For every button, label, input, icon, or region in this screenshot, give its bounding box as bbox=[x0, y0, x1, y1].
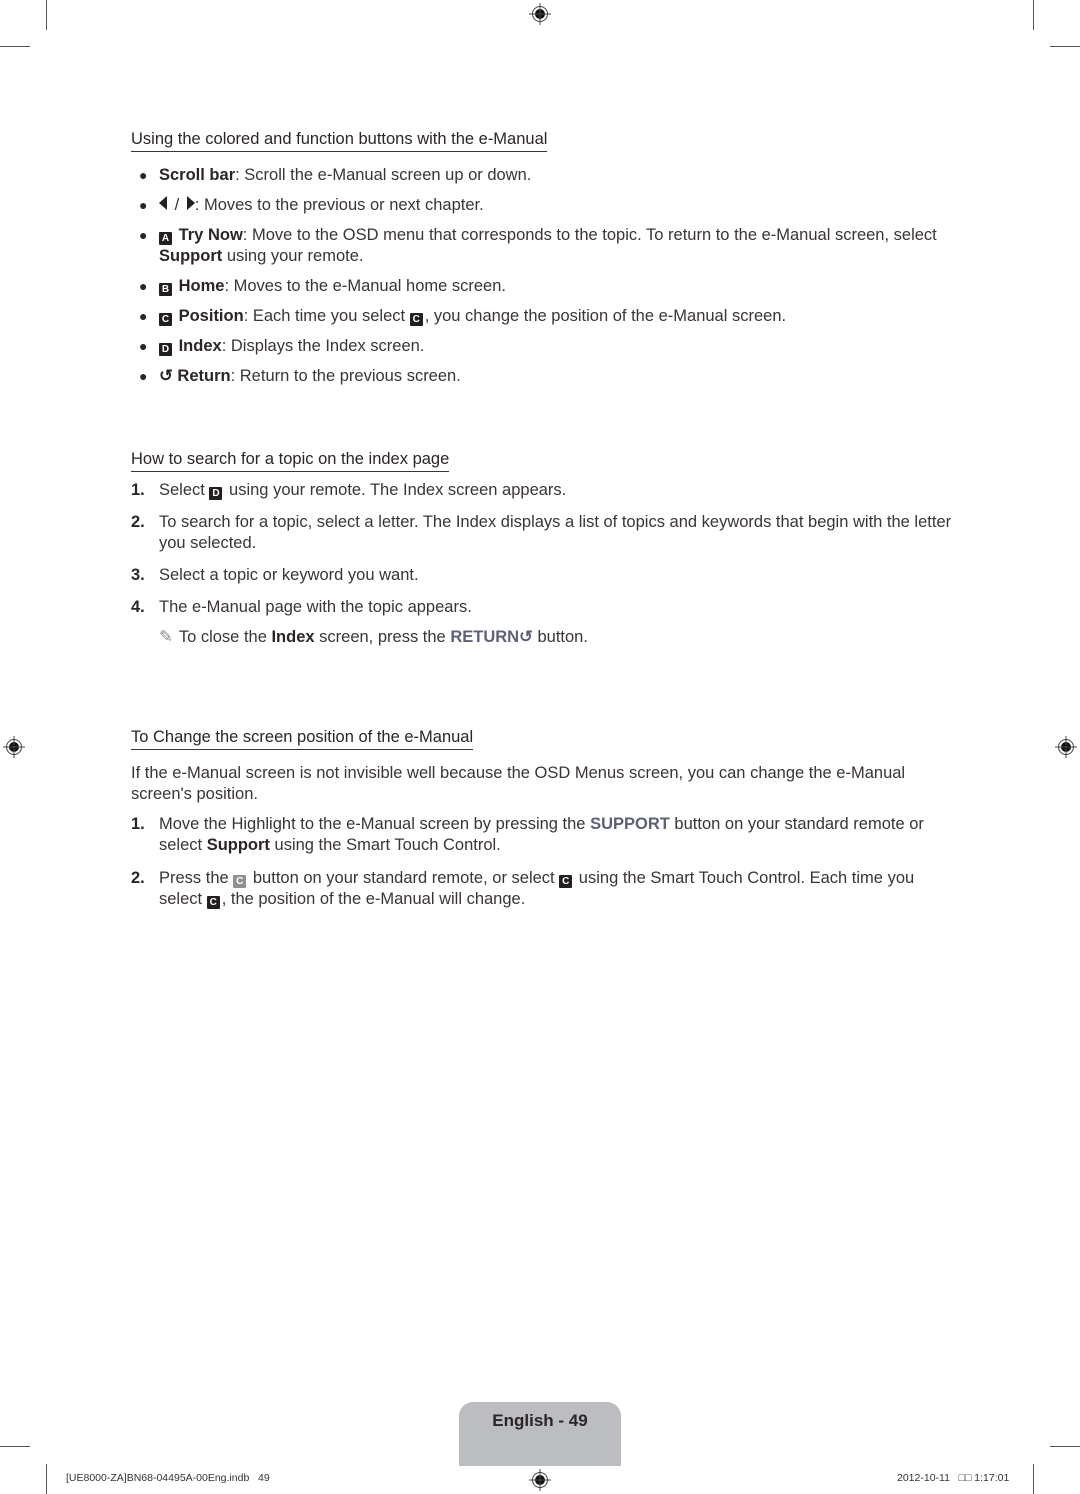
list-item: ● ↻ Return: Return to the previous scree… bbox=[139, 367, 461, 385]
key-c-icon: C bbox=[409, 313, 423, 326]
list-item: ● D Index: Displays the Index screen. bbox=[139, 337, 425, 356]
key-b-icon: B bbox=[159, 283, 172, 296]
registration-mark-icon bbox=[1055, 736, 1077, 758]
crop-mark-bottom-right-h bbox=[1050, 1446, 1080, 1447]
crop-mark-top-right-h bbox=[1050, 46, 1080, 47]
buttons-list: ● Scroll bar: Scroll the e-Manual screen… bbox=[131, 165, 961, 387]
return-icon: ↻ bbox=[519, 628, 533, 646]
position-steps: 1. Move the Highlight to the e-Manual sc… bbox=[131, 814, 961, 910]
list-item: 1. Move the Highlight to the e-Manual sc… bbox=[131, 815, 924, 854]
list-item: 2. Press the C button on your standard r… bbox=[131, 869, 915, 909]
list-item: 3. Select a topic or keyword you want. bbox=[131, 566, 419, 584]
key-d-icon: D bbox=[159, 343, 172, 356]
registration-mark-icon bbox=[529, 1469, 551, 1491]
key-c-gray-icon: C bbox=[233, 875, 247, 888]
bullet-icon: ● bbox=[139, 308, 148, 324]
page-number-tab: English - 49 bbox=[459, 1402, 621, 1466]
index-search-steps: 1. Select D using your remote. The Index… bbox=[131, 480, 961, 648]
list-item: 4. The e-Manual page with the topic appe… bbox=[131, 598, 472, 616]
bullet-icon: ● bbox=[139, 368, 148, 384]
note-pencil-icon: ✎ bbox=[159, 628, 173, 646]
bullet-icon: ● bbox=[139, 338, 148, 354]
list-item: ● B Home: Moves to the e-Manual home scr… bbox=[139, 277, 506, 296]
list-item: 2. To search for a topic, select a lette… bbox=[131, 513, 952, 552]
bullet-icon: ● bbox=[139, 197, 148, 213]
list-item: ● Scroll bar: Scroll the e-Manual screen… bbox=[139, 166, 532, 184]
chevron-left-icon bbox=[159, 196, 167, 210]
registration-mark-icon bbox=[3, 736, 25, 758]
registration-mark-icon bbox=[529, 3, 551, 25]
list-item: ● / : Moves to the previous or next chap… bbox=[139, 196, 484, 214]
page-number-label: English - 49 bbox=[492, 1411, 588, 1430]
footer-timestamp: 2012-10-11 □□ 1:17:01 bbox=[897, 1472, 1010, 1484]
bullet-icon: ● bbox=[139, 278, 148, 294]
crop-mark-bottom-right-v bbox=[1033, 1464, 1034, 1494]
chevron-right-icon bbox=[186, 196, 195, 210]
position-intro: If the e-Manual screen is not invisible … bbox=[131, 764, 906, 803]
list-item: 1. Select D using your remote. The Index… bbox=[131, 481, 567, 500]
section-title-buttons: Using the colored and function buttons w… bbox=[131, 130, 548, 152]
bullet-icon: ● bbox=[139, 167, 148, 183]
key-c-icon: C bbox=[559, 875, 573, 888]
footer-file-name: [UE8000-ZA]BN68-04495A-00Eng.indb 49 bbox=[66, 1472, 270, 1484]
crop-mark-bottom-left-h bbox=[0, 1446, 30, 1447]
bullet-icon: ● bbox=[139, 227, 148, 243]
return-icon: ↻ bbox=[159, 367, 173, 385]
key-d-icon: D bbox=[209, 487, 223, 500]
list-item: ● A Try Now: Move to the OSD menu that c… bbox=[139, 226, 937, 265]
crop-mark-bottom-left-v bbox=[46, 1464, 47, 1494]
crop-mark-top-right-v bbox=[1033, 0, 1034, 30]
key-c-icon: C bbox=[159, 313, 172, 326]
key-a-icon: A bbox=[159, 232, 172, 245]
key-c-icon: C bbox=[206, 896, 220, 909]
list-item: ● C Position: Each time you select C, yo… bbox=[139, 307, 787, 326]
section-title-index-search: How to search for a topic on the index p… bbox=[131, 450, 450, 472]
crop-mark-top-left-v bbox=[46, 0, 47, 30]
note: ✎ To close the Index screen, press the RE… bbox=[159, 628, 588, 646]
crop-mark-top-left-h bbox=[0, 46, 30, 47]
section-title-position: To Change the screen position of the e-M… bbox=[131, 728, 474, 750]
